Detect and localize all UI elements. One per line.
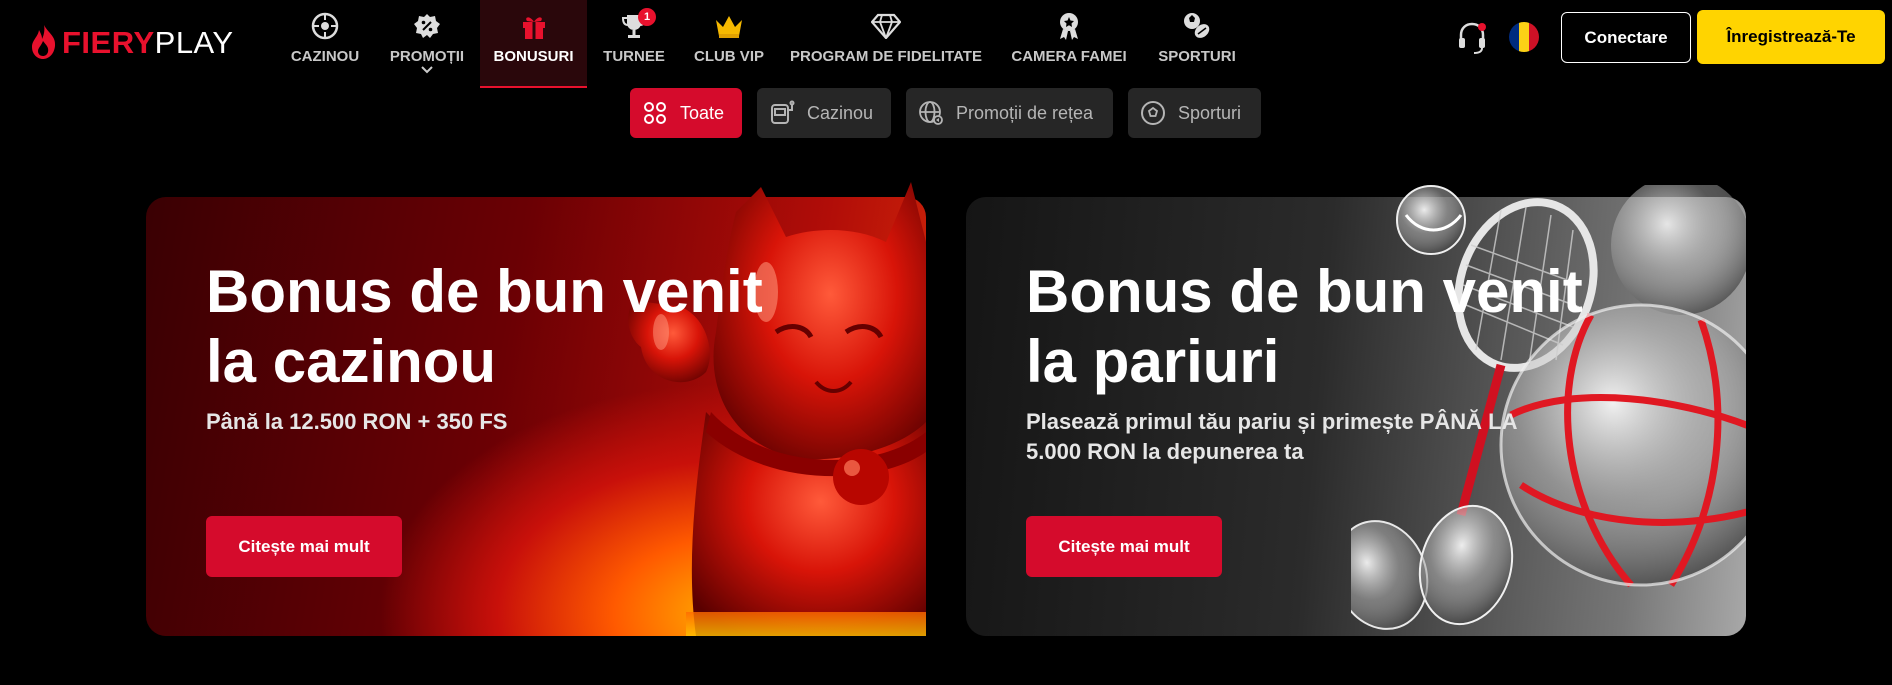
nav-item-camera-famei[interactable]: CAMERA FAMEI <box>1007 0 1131 88</box>
romania-flag-icon[interactable] <box>1509 22 1539 52</box>
slot-machine-icon <box>769 100 795 126</box>
diamond-icon <box>870 12 902 40</box>
globe-network-icon <box>918 100 944 126</box>
fieryplay-logo[interactable]: FIERYPLAY <box>30 22 234 62</box>
bonus-card-casino[interactable]: Bonus de bun venit la cazinou Până la 12… <box>146 182 926 636</box>
sports-balls-icon <box>1181 12 1213 40</box>
trophy-icon: 1 <box>618 8 656 40</box>
filter-promotii-retea[interactable]: Promoții de rețea <box>906 88 1113 138</box>
filter-cazinou[interactable]: Cazinou <box>757 88 891 138</box>
nav-item-sporturi[interactable]: SPORTURI <box>1154 0 1240 88</box>
card-title: Bonus de bun venit la cazinou <box>206 258 763 395</box>
support-button[interactable] <box>1456 20 1488 56</box>
nav-item-club-vip[interactable]: CLUB VIP <box>688 0 770 88</box>
support-notification-dot <box>1478 23 1486 31</box>
read-more-button[interactable]: Citește mai mult <box>1026 516 1222 577</box>
login-button[interactable]: Conectare <box>1561 12 1691 63</box>
flame-icon <box>32 25 56 59</box>
filter-sporturi[interactable]: Sporturi <box>1128 88 1261 138</box>
card-title: Bonus de bun venit la pariuri <box>1026 258 1583 395</box>
filter-toate[interactable]: Toate <box>630 88 742 138</box>
nav-item-program-fidelitate[interactable]: PROGRAM DE FIDELITATE <box>790 0 982 88</box>
register-button[interactable]: Înregistrează-Te <box>1697 10 1885 64</box>
card-subtitle: Plasează primul tău pariu și primește PÂ… <box>1026 409 1517 464</box>
nav-item-promotii[interactable]: PROMOȚII <box>382 0 472 88</box>
logo-text: FIERYPLAY <box>62 24 234 60</box>
award-ribbon-icon <box>1053 12 1085 40</box>
chevron-down-icon <box>421 66 433 74</box>
nav-item-cazinou[interactable]: CAZINOU <box>282 0 368 88</box>
gift-icon <box>518 12 550 40</box>
top-header: FIERYPLAY CAZINOU PROMOȚII BONUSURI 1 TU… <box>0 0 1892 88</box>
bonus-card-sports[interactable]: Bonus de bun venit la pariuri Plasează p… <box>966 185 1746 636</box>
notification-badge: 1 <box>638 8 656 26</box>
card-subtitle: Până la 12.500 RON + 350 FS <box>206 409 508 434</box>
roulette-icon <box>309 12 341 40</box>
nav-item-bonusuri[interactable]: BONUSURI <box>480 0 587 88</box>
crown-icon <box>713 12 745 40</box>
nav-item-turnee[interactable]: 1 TURNEE <box>597 0 671 88</box>
soccer-ball-icon <box>1140 100 1166 126</box>
percent-badge-icon <box>411 12 443 40</box>
read-more-button[interactable]: Citește mai mult <box>206 516 402 577</box>
grid-icon <box>642 100 668 126</box>
